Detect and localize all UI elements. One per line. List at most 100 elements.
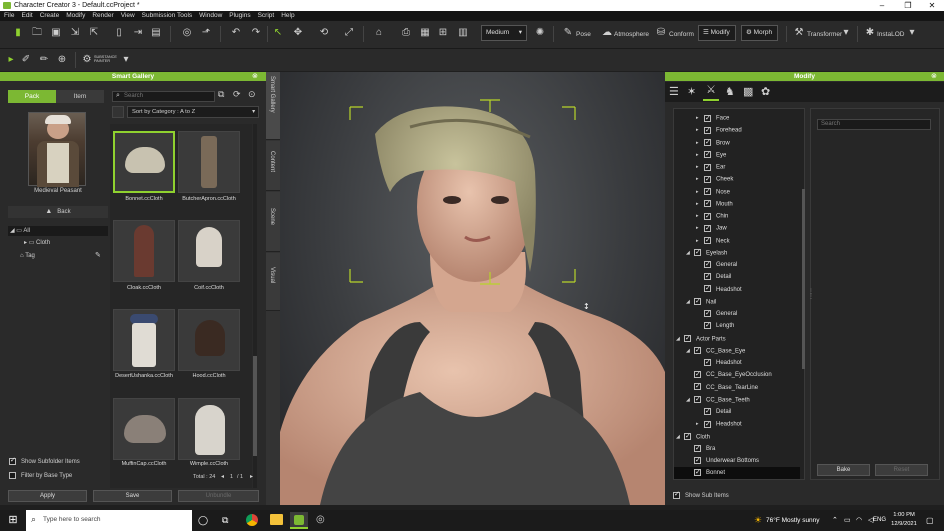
open-icon[interactable]: 🗀 (31, 27, 43, 39)
clock-time[interactable]: 1:00 PM (890, 512, 918, 518)
sort-select[interactable]: Sort by Category : A to Z ▾ (127, 106, 259, 118)
tree-item-cloth[interactable]: ▸ ▭ Cloth (24, 238, 50, 248)
tab-pack[interactable]: Pack (8, 90, 56, 103)
checker-icon[interactable]: ▩ (743, 85, 753, 98)
tree-node-checkbox[interactable] (704, 419, 711, 431)
tree-node-checkbox[interactable] (704, 174, 711, 186)
conform-label[interactable]: Conform (669, 29, 694, 41)
tree-node-checkbox[interactable] (694, 345, 701, 357)
texture-icon[interactable]: ♞ (725, 85, 735, 98)
splitter-grip[interactable]: ⋮ ⋮ (808, 289, 814, 300)
network-icon[interactable]: ▭ (844, 516, 851, 524)
expand-icon[interactable]: ▸ (696, 235, 704, 247)
pose-icon[interactable]: ✶ (687, 85, 696, 98)
gallery-item-muffincap[interactable] (113, 398, 175, 460)
gallery-scrollbar[interactable] (253, 124, 257, 488)
tree-node-checkbox[interactable] (704, 137, 711, 149)
tree-node[interactable]: Underwear Bottoms (674, 455, 800, 467)
camera-icon[interactable]: ⎙ (400, 27, 412, 39)
frame-icon[interactable]: ⊞ (437, 27, 449, 39)
language-indicator[interactable]: ENG (873, 517, 886, 523)
home-icon[interactable]: ⌂ (373, 27, 385, 39)
expand-icon[interactable]: ▸ (696, 418, 704, 430)
chrome-icon[interactable] (246, 514, 258, 526)
scene-new-icon[interactable]: ▸ (5, 54, 17, 66)
expand-icon[interactable]: ▸ (696, 124, 704, 136)
menu-script[interactable]: Script (258, 11, 275, 21)
substance-icon[interactable]: ⚙ (81, 54, 93, 66)
gallery-search-input[interactable]: ⌕ Search (112, 91, 215, 102)
widgets-icon[interactable]: ⧉ (222, 515, 228, 526)
tree-item-tag[interactable]: ⌂ Tag (20, 251, 35, 261)
render-icon[interactable]: ◎ (181, 27, 193, 39)
menu-render[interactable]: Render (92, 11, 113, 21)
tree-node[interactable]: ◢ CC_Base_Teeth (674, 394, 800, 406)
move-icon[interactable]: ✥ (292, 27, 304, 39)
pen-icon[interactable]: ✏ (38, 54, 50, 66)
gallery-scrollbar-thumb[interactable] (253, 356, 257, 456)
close-icon[interactable]: ✕ (920, 0, 944, 11)
display-icon[interactable]: ▥ (457, 27, 469, 39)
tree-node-checkbox[interactable] (704, 283, 711, 295)
tree-node-checkbox[interactable] (694, 247, 701, 259)
tray-chevron-icon[interactable]: ⌃ (832, 516, 838, 524)
tree-node[interactable]: ▸ Mouth (674, 198, 800, 210)
edit-tag-icon[interactable]: ✎ (95, 251, 101, 259)
unbundle-button[interactable]: Unbundle (178, 490, 259, 502)
tree-node-checkbox[interactable] (704, 125, 711, 137)
expand-icon[interactable]: ▸ (696, 198, 704, 210)
tree-node[interactable]: ▸ Nose (674, 186, 800, 198)
modifier-tab-icon[interactable]: ⚔ (703, 83, 719, 101)
panel-close-icon[interactable]: ⊗ (931, 72, 937, 80)
tree-node[interactable]: ▸ Cheek (674, 173, 800, 186)
tree-node-checkbox[interactable] (704, 162, 711, 174)
screenshot-icon[interactable]: ⬏ (200, 27, 212, 39)
chevron-down-icon[interactable]: ▾ (120, 54, 132, 66)
tree-node-checkbox[interactable] (704, 308, 711, 320)
expand-icon[interactable]: ▸ (696, 186, 704, 198)
expand-icon[interactable]: ▸ (696, 112, 704, 124)
export-icon[interactable]: ⇱ (88, 27, 100, 39)
send-icon[interactable]: ⇥ (132, 27, 144, 39)
wifi-icon[interactable]: ◠ (856, 516, 862, 524)
menu-create[interactable]: Create (40, 11, 60, 21)
expand-icon[interactable]: ▸ (696, 210, 704, 222)
modify-search-input[interactable]: Search (817, 119, 931, 130)
menu-help[interactable]: Help (281, 11, 294, 21)
app-task-icon[interactable]: ◎ (316, 514, 325, 525)
tab-content[interactable]: Content (266, 141, 280, 191)
tab-smart-gallery[interactable]: Smart Gallery (266, 72, 280, 140)
redo-icon[interactable]: ↷ (250, 27, 262, 39)
prev-page-icon[interactable]: ◂ (221, 473, 224, 480)
tree-node[interactable]: Bra (674, 443, 800, 455)
scale-icon[interactable]: ⤢ (343, 27, 355, 39)
reset-button[interactable]: Reset (875, 464, 928, 476)
taskbar-search-input[interactable]: ⌕ Type here to search (26, 510, 192, 531)
file-icon[interactable]: ▯ (113, 27, 125, 39)
new-icon[interactable]: ▮ (12, 27, 24, 39)
import-icon[interactable]: ⇲ (69, 27, 81, 39)
collapse-icon[interactable]: ◢ (676, 333, 684, 345)
pipette-icon[interactable]: ✐ (20, 54, 32, 66)
pose-icon[interactable]: ✎ (562, 27, 574, 39)
tree-node-checkbox[interactable] (704, 211, 711, 223)
collapse-icon[interactable]: ◢ (686, 296, 694, 308)
expand-icon[interactable]: ▸ (696, 161, 704, 173)
character-creator-task-icon[interactable] (290, 512, 308, 529)
tree-node[interactable]: Bonnet (674, 467, 800, 480)
tree-node-checkbox[interactable] (694, 443, 701, 455)
collapse-icon[interactable]: ◢ (686, 247, 694, 259)
tree-node[interactable]: ◢ Cloth (674, 431, 800, 443)
tree-node[interactable]: General (674, 259, 800, 271)
tree-node-checkbox[interactable] (694, 381, 701, 393)
expand-icon[interactable]: ▸ (696, 137, 704, 149)
tab-scene[interactable]: Scene (266, 192, 280, 252)
gallery-item-butcherapron[interactable] (178, 131, 240, 193)
chevron-down-icon[interactable]: ▾ (906, 27, 918, 39)
bake-button[interactable]: Bake (817, 464, 870, 476)
menu-edit[interactable]: Edit (21, 11, 32, 21)
atmosphere-label[interactable]: Atmosphere (614, 29, 649, 41)
maximize-icon[interactable]: ❐ (896, 0, 920, 11)
tree-node-checkbox[interactable] (704, 198, 711, 210)
grid-icon[interactable]: ▦ (419, 27, 431, 39)
